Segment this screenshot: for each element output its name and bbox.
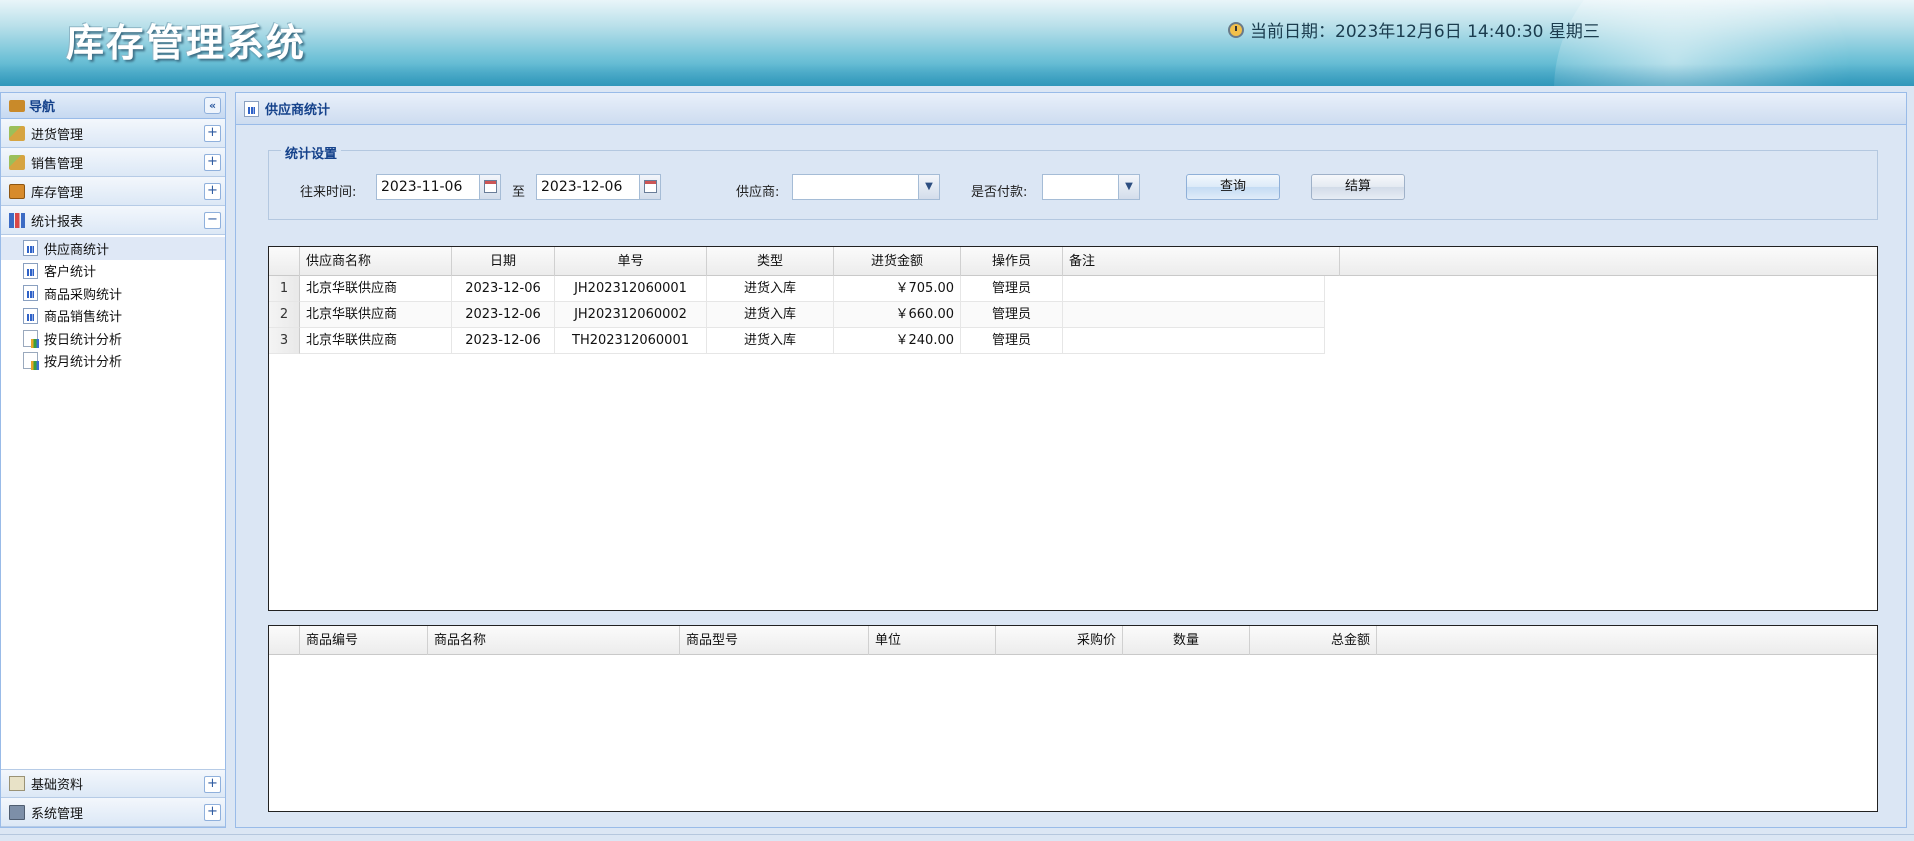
column-header[interactable]: 进货金额 bbox=[834, 247, 961, 276]
expand-icon[interactable]: + bbox=[204, 776, 221, 793]
monitor-icon bbox=[9, 804, 25, 820]
truck-icon bbox=[9, 125, 25, 141]
column-header[interactable]: 日期 bbox=[452, 247, 555, 276]
settle-button[interactable]: 结算 bbox=[1311, 174, 1405, 200]
nav-section-purchase[interactable]: 进货管理 + bbox=[1, 119, 225, 148]
table-row[interactable]: 2 北京华联供应商 2023-12-06 JH202312060002 进货入库… bbox=[269, 302, 1325, 328]
date-to-field[interactable]: 2023-12-06 bbox=[536, 174, 661, 200]
report-icon bbox=[244, 100, 259, 117]
main-panel: 供应商统计 统计设置 往来时间: 2023-11-06 至 2023-12-06… bbox=[235, 92, 1907, 828]
paid-label: 是否付款: bbox=[971, 185, 1028, 200]
nav-section-reports[interactable]: 统计报表 − bbox=[1, 206, 225, 235]
date-range-label: 往来时间: bbox=[300, 185, 357, 200]
nav-section-inventory[interactable]: 库存管理 + bbox=[1, 177, 225, 206]
supplier-stats-grid: 供应商名称 日期 单号 类型 进货金额 操作员 备注 1 北京华联供应商 202… bbox=[268, 246, 1878, 611]
nav-panel: 导航 « 进货管理 + 销售管理 + 库存管理 + 统计报表 − 供应商统计 客… bbox=[0, 92, 226, 828]
collapse-icon[interactable]: − bbox=[204, 212, 221, 229]
nav-item-monthly-analysis[interactable]: 按月统计分析 bbox=[1, 350, 225, 373]
folder-icon bbox=[9, 776, 25, 791]
app-title: 库存管理系统 bbox=[66, 21, 307, 65]
report-menu: 供应商统计 客户统计 商品采购统计 商品销售统计 按日统计分析 按月统计分析 bbox=[1, 235, 225, 372]
table-row[interactable]: 1 北京华联供应商 2023-12-06 JH202312060001 进货入库… bbox=[269, 276, 1325, 302]
nav-item-customer-stats[interactable]: 客户统计 bbox=[1, 260, 225, 283]
expand-icon[interactable]: + bbox=[204, 125, 221, 142]
column-header[interactable]: 操作员 bbox=[961, 247, 1063, 276]
nav-section-basic-data[interactable]: 基础资料 + bbox=[1, 769, 225, 798]
nav-section-system[interactable]: 系统管理 + bbox=[1, 798, 225, 827]
chart-doc-icon bbox=[23, 352, 39, 371]
grid-header: 商品编号 商品名称 商品型号 单位 采购价 数量 总金额 bbox=[269, 626, 1877, 655]
report-icon bbox=[23, 262, 38, 279]
current-date-text: 当前日期：2023年12月6日 14:40:30 星期三 bbox=[1250, 22, 1600, 42]
nav-title: 导航 bbox=[29, 100, 56, 115]
date-from-field[interactable]: 2023-11-06 bbox=[376, 174, 501, 200]
signpost-icon bbox=[9, 99, 25, 112]
paid-select[interactable]: ▼ bbox=[1042, 174, 1140, 200]
expand-icon[interactable]: + bbox=[204, 154, 221, 171]
column-header[interactable]: 类型 bbox=[707, 247, 834, 276]
nav-section-label: 基础资料 bbox=[31, 778, 84, 793]
settings-legend: 统计设置 bbox=[281, 143, 342, 162]
column-header[interactable]: 单位 bbox=[869, 626, 996, 655]
nav-section-label: 销售管理 bbox=[31, 156, 84, 172]
collapse-nav-button[interactable]: « bbox=[204, 97, 221, 114]
chevron-down-icon[interactable]: ▼ bbox=[1118, 175, 1139, 199]
panel-header: 供应商统计 bbox=[236, 93, 1906, 125]
column-header[interactable]: 数量 bbox=[1123, 626, 1250, 655]
panel-title: 供应商统计 bbox=[265, 103, 331, 118]
nav-section-label: 系统管理 bbox=[31, 806, 84, 822]
supplier-label: 供应商: bbox=[736, 185, 780, 200]
product-detail-grid: 商品编号 商品名称 商品型号 单位 采购价 数量 总金额 bbox=[268, 625, 1878, 812]
box-icon bbox=[9, 183, 25, 199]
supplier-select[interactable]: ▼ bbox=[792, 174, 940, 200]
truck-icon bbox=[9, 154, 25, 170]
column-header[interactable]: 商品型号 bbox=[680, 626, 869, 655]
nav-section-label: 库存管理 bbox=[31, 185, 84, 201]
column-header[interactable]: 商品名称 bbox=[428, 626, 680, 655]
column-header[interactable]: 供应商名称 bbox=[300, 247, 452, 276]
column-header[interactable]: 备注 bbox=[1063, 247, 1340, 276]
grid-header: 供应商名称 日期 单号 类型 进货金额 操作员 备注 bbox=[269, 247, 1877, 276]
clock-icon bbox=[1228, 21, 1244, 38]
expand-icon[interactable]: + bbox=[204, 804, 221, 821]
column-header[interactable]: 采购价 bbox=[996, 626, 1123, 655]
to-label: 至 bbox=[512, 185, 526, 200]
chart-doc-icon bbox=[23, 329, 39, 348]
report-icon bbox=[23, 285, 38, 302]
report-icon bbox=[23, 240, 38, 257]
nav-section-sales[interactable]: 销售管理 + bbox=[1, 148, 225, 177]
status-bar bbox=[0, 834, 1914, 841]
report-icon bbox=[23, 307, 38, 324]
stats-settings: 统计设置 往来时间: 2023-11-06 至 2023-12-06 供应商: … bbox=[268, 143, 1878, 220]
nav-item-sales-stats[interactable]: 商品销售统计 bbox=[1, 305, 225, 328]
expand-icon[interactable]: + bbox=[204, 183, 221, 200]
column-header[interactable]: 单号 bbox=[555, 247, 707, 276]
column-header[interactable]: 总金额 bbox=[1250, 626, 1377, 655]
query-button[interactable]: 查询 bbox=[1186, 174, 1280, 200]
nav-item-supplier-stats[interactable]: 供应商统计 bbox=[1, 237, 225, 260]
nav-item-daily-analysis[interactable]: 按日统计分析 bbox=[1, 327, 225, 350]
calendar-icon[interactable] bbox=[639, 175, 660, 199]
nav-item-purchase-stats[interactable]: 商品采购统计 bbox=[1, 282, 225, 305]
calendar-icon[interactable] bbox=[479, 175, 500, 199]
bar-chart-icon bbox=[9, 212, 25, 228]
app-header: 库存管理系统 当前日期：2023年12月6日 14:40:30 星期三 bbox=[0, 0, 1914, 86]
nav-header: 导航 « bbox=[1, 93, 225, 119]
nav-section-label: 进货管理 bbox=[31, 127, 84, 143]
nav-section-label: 统计报表 bbox=[31, 214, 84, 230]
current-date: 当前日期：2023年12月6日 14:40:30 星期三 bbox=[1228, 17, 1600, 42]
table-row[interactable]: 3 北京华联供应商 2023-12-06 TH202312060001 进货入库… bbox=[269, 328, 1325, 354]
chevron-down-icon[interactable]: ▼ bbox=[918, 175, 939, 199]
column-header[interactable]: 商品编号 bbox=[300, 626, 428, 655]
